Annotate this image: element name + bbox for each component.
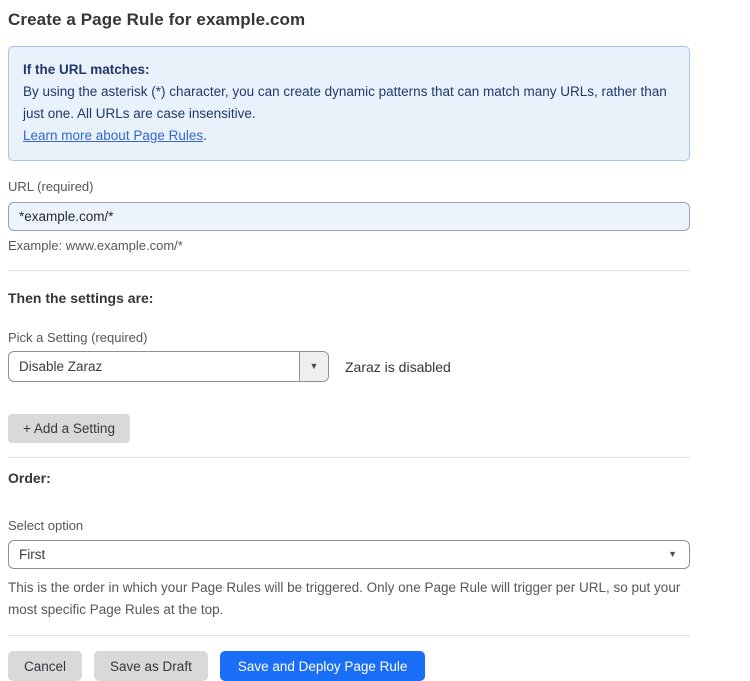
setting-select[interactable]: Disable Zaraz ▼ (8, 351, 329, 382)
info-box-body: By using the asterisk (*) character, you… (23, 81, 675, 125)
settings-section-heading: Then the settings are: (8, 290, 690, 306)
divider (8, 457, 690, 458)
info-box-heading: If the URL matches: (23, 59, 675, 81)
setting-status-text: Zaraz is disabled (345, 359, 451, 375)
url-input[interactable] (8, 202, 690, 231)
form-actions: Cancel Save as Draft Save and Deploy Pag… (8, 651, 690, 681)
order-select[interactable]: First ▼ (8, 540, 690, 569)
divider (8, 635, 690, 636)
url-example-text: Example: www.example.com/* (8, 238, 690, 253)
page-rule-form: Create a Page Rule for example.com If th… (0, 0, 698, 681)
add-setting-button[interactable]: + Add a Setting (8, 414, 130, 443)
order-section-heading: Order: (8, 470, 690, 486)
info-box-link-line: Learn more about Page Rules. (23, 125, 675, 147)
save-and-deploy-button[interactable]: Save and Deploy Page Rule (220, 651, 426, 681)
cancel-button[interactable]: Cancel (8, 651, 82, 681)
chevron-down-icon: ▼ (310, 362, 319, 371)
url-match-info-box: If the URL matches: By using the asteris… (8, 46, 690, 161)
url-field-label: URL (required) (8, 179, 690, 194)
divider (8, 270, 690, 271)
setting-select-arrow-button[interactable]: ▼ (299, 352, 328, 381)
save-as-draft-button[interactable]: Save as Draft (94, 651, 208, 681)
learn-more-link[interactable]: Learn more about Page Rules (23, 128, 203, 143)
setting-picker-label: Pick a Setting (required) (8, 330, 690, 345)
order-help-text: This is the order in which your Page Rul… (8, 577, 686, 621)
chevron-down-icon: ▼ (668, 550, 677, 559)
link-period: . (203, 128, 207, 143)
setting-picker-row: Disable Zaraz ▼ Zaraz is disabled (8, 351, 690, 382)
order-select-value: First (19, 547, 45, 562)
page-title: Create a Page Rule for example.com (8, 10, 690, 30)
setting-select-value: Disable Zaraz (9, 352, 299, 381)
order-select-label: Select option (8, 518, 690, 533)
